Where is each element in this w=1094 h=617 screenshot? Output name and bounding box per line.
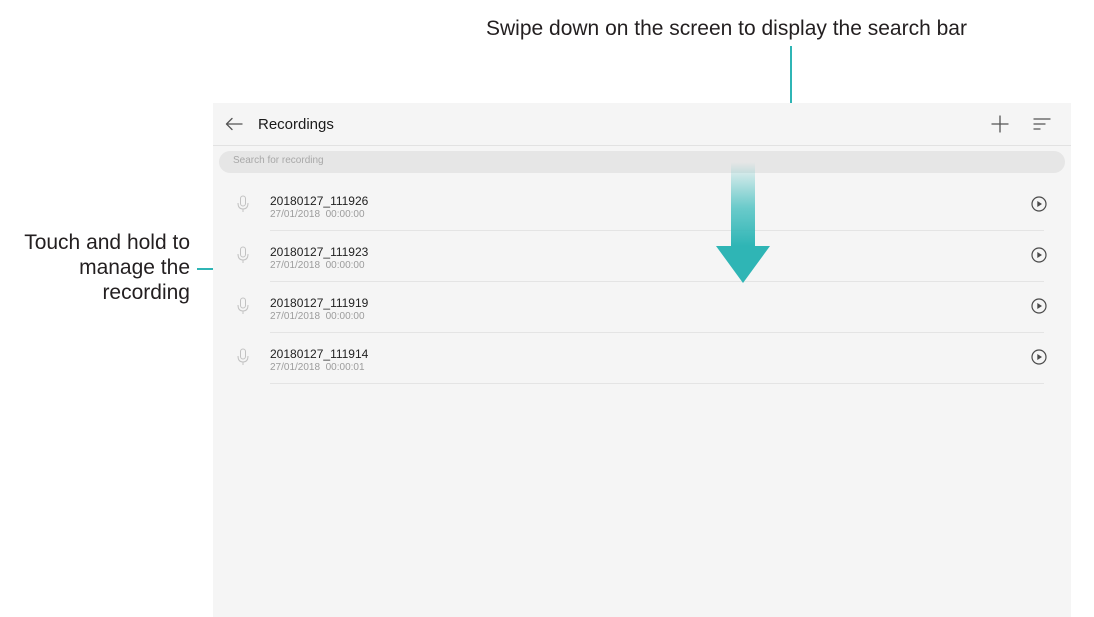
- sort-icon: [1033, 118, 1051, 130]
- search-placeholder: Search for recording: [233, 155, 324, 166]
- play-button[interactable]: [1029, 296, 1049, 316]
- recording-date: 27/01/2018: [270, 260, 321, 271]
- manage-hint-callout: Touch and hold to manage the recording: [24, 231, 190, 304]
- recording-item[interactable]: 20180127_111919 27/01/2018 00:00:00: [213, 282, 1071, 333]
- page-title: Recordings: [258, 116, 334, 133]
- recording-name: 20180127_111914: [270, 347, 369, 361]
- recording-item[interactable]: 20180127_111914 27/01/2018 00:00:01: [213, 333, 1071, 384]
- play-icon: [1031, 349, 1047, 365]
- recording-duration: 00:00:01: [325, 362, 365, 373]
- recording-duration: 00:00:00: [325, 260, 365, 271]
- recording-meta: 27/01/2018 00:00:01: [270, 362, 365, 373]
- recording-name: 20180127_111926: [270, 194, 369, 208]
- recording-meta: 27/01/2018 00:00:00: [270, 209, 365, 220]
- play-icon: [1031, 247, 1047, 263]
- back-button[interactable]: [223, 113, 245, 135]
- row-divider: [270, 383, 1044, 384]
- play-icon: [1031, 196, 1047, 212]
- recording-date: 27/01/2018: [270, 311, 321, 322]
- app-bar: Recordings: [213, 103, 1071, 146]
- arrow-left-icon: [225, 117, 243, 131]
- play-button[interactable]: [1029, 347, 1049, 367]
- recording-name: 20180127_111923: [270, 245, 369, 259]
- swipe-down-arrow-icon: [716, 162, 770, 283]
- recording-item[interactable]: 20180127_111923 27/01/2018 00:00:00: [213, 231, 1071, 282]
- recording-name: 20180127_111919: [270, 296, 369, 310]
- recording-meta: 27/01/2018 00:00:00: [270, 311, 365, 322]
- recorder-screen: Recordings Search for recording 20180127…: [213, 103, 1071, 617]
- play-button[interactable]: [1029, 194, 1049, 214]
- sort-button[interactable]: [1031, 113, 1053, 135]
- microphone-icon: [236, 346, 250, 368]
- recording-date: 27/01/2018: [270, 362, 321, 373]
- play-icon: [1031, 298, 1047, 314]
- play-button[interactable]: [1029, 245, 1049, 265]
- search-hint-callout: Swipe down on the screen to display the …: [486, 17, 967, 40]
- recording-duration: 00:00:00: [325, 311, 365, 322]
- add-recording-button[interactable]: [989, 113, 1011, 135]
- recording-date: 27/01/2018: [270, 209, 321, 220]
- plus-icon: [991, 115, 1009, 133]
- microphone-icon: [236, 244, 250, 266]
- recording-meta: 27/01/2018 00:00:00: [270, 260, 365, 271]
- microphone-icon: [236, 295, 250, 317]
- search-input[interactable]: Search for recording: [219, 151, 1065, 173]
- microphone-icon: [236, 193, 250, 215]
- recording-item[interactable]: 20180127_111926 27/01/2018 00:00:00: [213, 180, 1071, 231]
- recording-duration: 00:00:00: [325, 209, 365, 220]
